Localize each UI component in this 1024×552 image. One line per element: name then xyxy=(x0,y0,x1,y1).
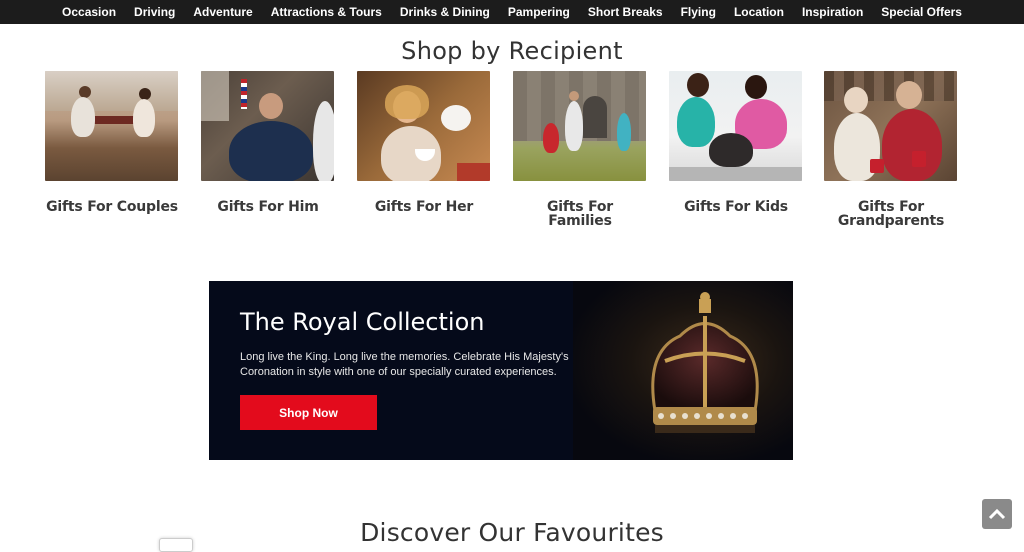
nav-item-pampering[interactable]: Pampering xyxy=(508,5,570,19)
chevron-up-icon xyxy=(988,508,1006,520)
shop-now-button[interactable]: Shop Now xyxy=(240,395,377,430)
recipient-card-families[interactable]: Gifts For Families xyxy=(513,71,647,228)
recipient-image-him xyxy=(201,71,334,181)
royal-collection-banner: The Royal Collection Long live the King.… xyxy=(209,281,793,460)
recipient-image-her xyxy=(357,71,490,181)
section-title-discover-favourites: Discover Our Favourites xyxy=(360,517,664,547)
nav-item-inspiration[interactable]: Inspiration xyxy=(802,5,863,19)
recipient-label: Gifts For Her xyxy=(374,199,474,215)
recipient-label: Gifts For Kids xyxy=(684,199,788,215)
nav-item-attractions-tours[interactable]: Attractions & Tours xyxy=(271,5,382,19)
crown-image xyxy=(651,292,759,433)
recipient-label: Gifts For Grandparents xyxy=(837,199,945,229)
nav-item-flying[interactable]: Flying xyxy=(681,5,716,19)
recipient-image-families xyxy=(513,71,646,181)
recipient-image-couples xyxy=(45,71,178,181)
recipient-image-grandparents xyxy=(824,71,957,181)
back-to-top-button[interactable] xyxy=(982,499,1012,529)
recipient-card-grandparents[interactable]: Gifts For Grandparents xyxy=(824,71,958,228)
recipient-label: Gifts For Families xyxy=(547,199,613,229)
top-navigation: Occasion Driving Adventure Attractions &… xyxy=(0,0,1024,24)
recipient-card-her[interactable]: Gifts For Her xyxy=(357,71,491,214)
recipient-grid: Gifts For Couples Gifts For Him Gifts Fo… xyxy=(0,71,1024,241)
carousel-arrow-tab[interactable] xyxy=(159,538,193,552)
recipient-label: Gifts For Him xyxy=(217,199,319,215)
recipient-card-him[interactable]: Gifts For Him xyxy=(201,71,335,214)
banner-description: Long live the King. Long live the memori… xyxy=(240,351,569,378)
nav-item-short-breaks[interactable]: Short Breaks xyxy=(588,5,663,19)
recipient-image-kids xyxy=(669,71,802,181)
nav-item-special-offers[interactable]: Special Offers xyxy=(881,5,962,19)
nav-item-drinks-dining[interactable]: Drinks & Dining xyxy=(400,5,490,19)
recipient-card-kids[interactable]: Gifts For Kids xyxy=(669,71,803,214)
recipient-card-couples[interactable]: Gifts For Couples xyxy=(45,71,179,214)
section-title-shop-by-recipient: Shop by Recipient xyxy=(401,36,623,65)
nav-item-driving[interactable]: Driving xyxy=(134,5,175,19)
nav-item-adventure[interactable]: Adventure xyxy=(193,5,252,19)
nav-item-location[interactable]: Location xyxy=(734,5,784,19)
nav-item-occasion[interactable]: Occasion xyxy=(62,5,116,19)
banner-title: The Royal Collection xyxy=(240,308,485,336)
recipient-label: Gifts For Couples xyxy=(46,199,178,215)
